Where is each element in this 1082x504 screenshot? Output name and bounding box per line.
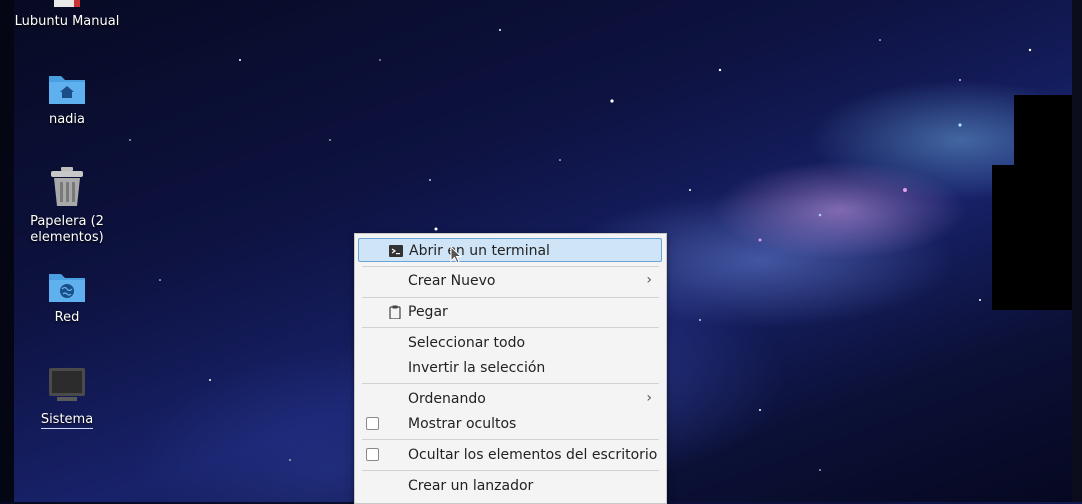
menu-item-label: Seleccionar todo xyxy=(408,335,526,351)
desktop-icon-label: Lubuntu Manual xyxy=(14,14,120,29)
chevron-right-icon: › xyxy=(646,272,652,288)
home-folder-icon xyxy=(49,76,85,104)
menu-item-select-all[interactable]: Seleccionar todo xyxy=(358,331,662,355)
menu-item-label: Crear Nuevo xyxy=(408,273,496,289)
desktop-icon-label: Red xyxy=(54,310,80,325)
menu-separator xyxy=(362,297,659,298)
computer-icon xyxy=(49,368,85,401)
menu-item-label: Ordenando xyxy=(408,391,486,407)
clipboard-icon xyxy=(389,305,401,319)
desktop-icon-label: Sistema xyxy=(12,412,122,429)
desktop-icon-label: nadia xyxy=(48,112,86,127)
document-icon xyxy=(54,0,80,7)
menu-separator xyxy=(362,327,659,328)
menu-item-label: Pegar xyxy=(408,304,448,320)
desktop-icon-label-text: Sistema xyxy=(40,412,94,429)
menu-item-paste[interactable]: Pegar xyxy=(358,300,662,324)
desktop-icon-lubuntu-manual[interactable]: Lubuntu Manual xyxy=(12,0,122,30)
menu-item-label: Crear un lanzador xyxy=(408,478,534,494)
mouse-cursor-icon xyxy=(450,246,462,264)
desktop-context-menu: Abrir en un terminal Crear Nuevo › Pegar… xyxy=(354,233,667,504)
show-hidden-checkbox[interactable] xyxy=(366,417,379,430)
menu-separator xyxy=(362,383,659,384)
menu-item-create-new[interactable]: Crear Nuevo › xyxy=(358,269,662,293)
menu-separator xyxy=(362,470,659,471)
desktop-icon-red[interactable]: Red xyxy=(12,268,122,326)
menu-item-create-launcher[interactable]: Crear un lanzador xyxy=(358,474,662,498)
menu-item-sort-by[interactable]: Ordenando › xyxy=(358,387,662,411)
menu-item-label: Mostrar ocultos xyxy=(408,416,517,432)
trash-icon xyxy=(51,167,83,206)
occluding-window xyxy=(992,165,1072,310)
screen-edge-right xyxy=(1072,0,1082,502)
desktop-icon-trash[interactable]: Papelera (2 elementos) xyxy=(12,166,122,246)
desktop-icon-nadia[interactable]: nadia xyxy=(12,70,122,128)
menu-item-invert-selection[interactable]: Invertir la selección xyxy=(358,356,662,380)
desktop-icon-sistema[interactable]: Sistema xyxy=(12,366,122,429)
desktop-icon-label: Papelera (2 elementos) xyxy=(30,214,104,245)
menu-item-label: Invertir la selección xyxy=(408,360,546,376)
menu-separator xyxy=(362,439,659,440)
menu-item-label: Abrir en un terminal xyxy=(409,243,550,259)
menu-item-show-hidden[interactable]: Mostrar ocultos xyxy=(358,412,662,436)
menu-item-label: Ocultar los elementos del escritorio xyxy=(408,447,658,463)
chevron-right-icon: › xyxy=(646,390,652,406)
menu-item-open-terminal[interactable]: Abrir en un terminal xyxy=(358,238,662,262)
menu-separator xyxy=(362,266,659,267)
network-folder-icon xyxy=(49,274,85,302)
menu-item-hide-desktop-items[interactable]: Ocultar los elementos del escritorio xyxy=(358,443,662,467)
terminal-icon xyxy=(389,245,403,257)
occluding-window xyxy=(1014,95,1072,170)
hide-desktop-items-checkbox[interactable] xyxy=(366,448,379,461)
